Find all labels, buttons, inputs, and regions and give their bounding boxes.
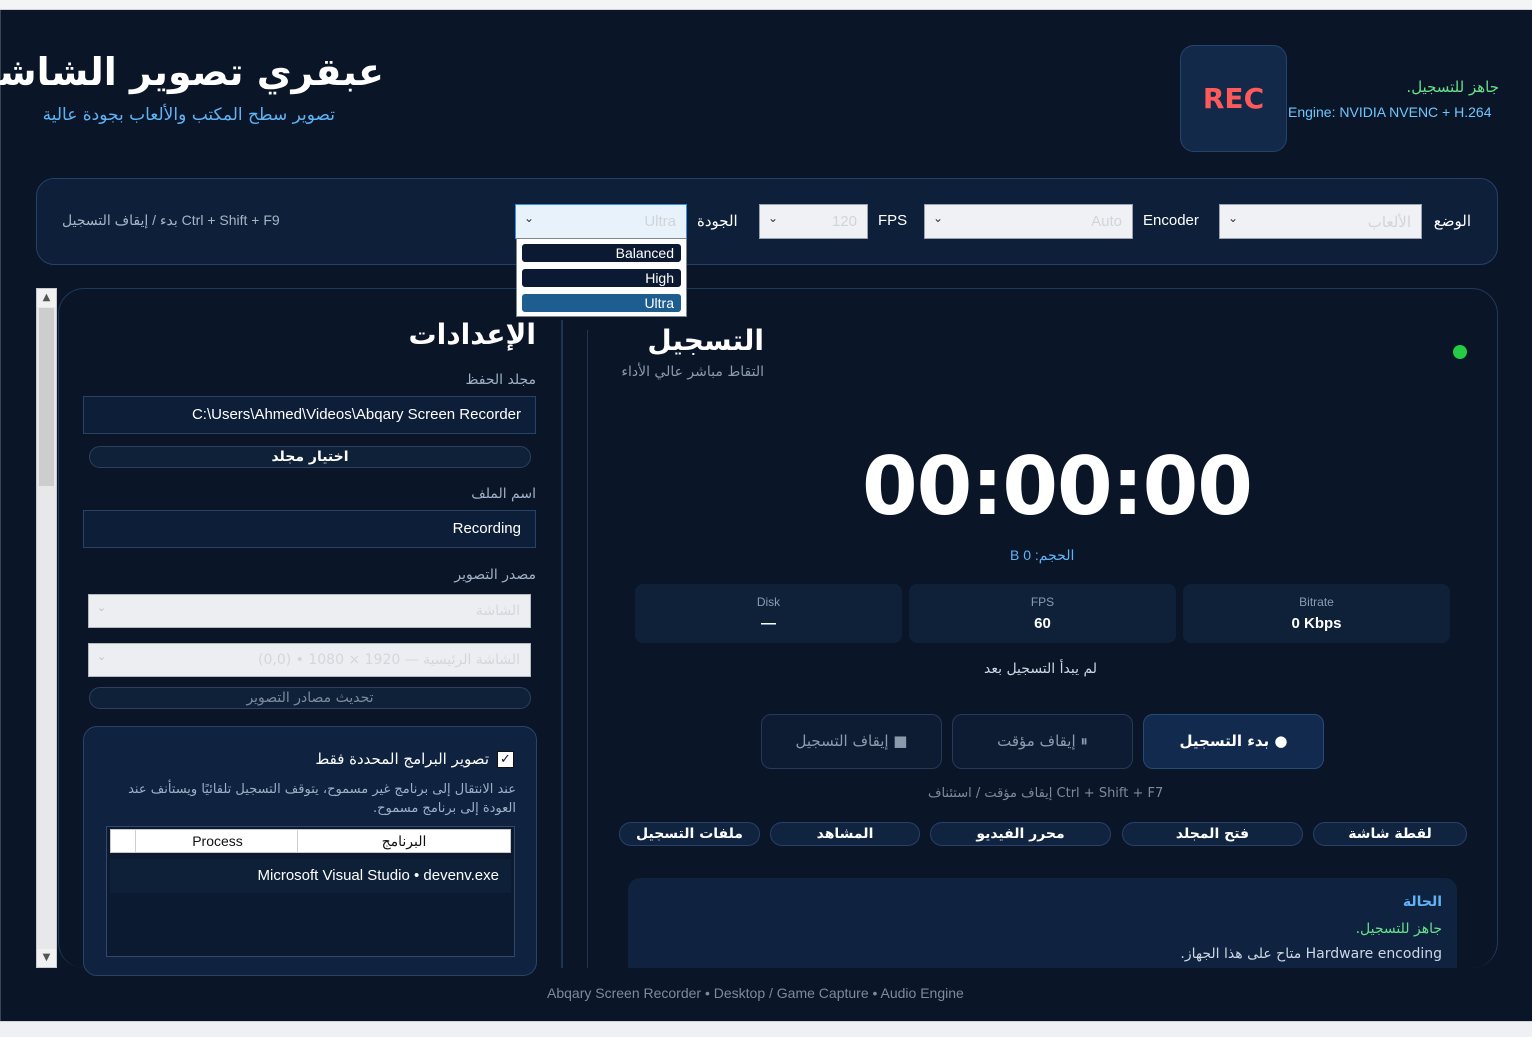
mode-select[interactable]: ⌄ الألعاب [1219, 204, 1422, 239]
encoder-select-value: Auto [1091, 213, 1122, 230]
chevron-down-icon: ⌄ [524, 211, 535, 225]
vertical-scrollbar[interactable]: ▲ ▼ [36, 288, 57, 968]
fps-select[interactable]: ⌄ 120 [759, 204, 868, 239]
quality-label: الجودة [697, 213, 738, 230]
recordings-button[interactable]: ملفات التسجيل [619, 822, 760, 846]
source-type-value: الشاشة [475, 603, 520, 619]
selected-apps-checkbox[interactable]: ✓ [497, 751, 514, 768]
selected-apps-help: عند الانتقال إلى برنامج غير مسموح، يتوقف… [128, 782, 516, 816]
file-name-label: اسم الملف [471, 486, 536, 502]
source-type-select[interactable]: ⌄ الشاشة [88, 594, 531, 628]
process-table: البرنامج Process Microsoft Visual Studio… [106, 826, 515, 957]
quality-option-high[interactable]: High [520, 267, 683, 289]
chevron-down-icon: ⌄ [1228, 211, 1239, 225]
source-monitor-value: الشاشة الرئيسية — 1920 × 1080 • (0,0) [258, 652, 520, 668]
table-row[interactable]: Microsoft Visual Studio • devenv.exe [110, 859, 511, 893]
quality-select-value: Ultra [644, 213, 676, 230]
quality-option-ultra[interactable]: Ultra [520, 292, 683, 314]
stat-disk-value: — [761, 615, 776, 632]
choose-folder-button[interactable]: اختيار مجلد [89, 446, 531, 468]
engine-info: Engine: NVIDIA NVENC + H.264 [1288, 104, 1492, 120]
save-folder-label: مجلد الحفظ [465, 372, 536, 388]
footer-text: Abqary Screen Recorder • Desktop / Game … [547, 985, 964, 1001]
stop-recording-button[interactable]: ■ إيقاف التسجيل [761, 714, 942, 769]
fps-select-value: 120 [831, 213, 857, 230]
window-top-strip [0, 0, 1532, 10]
mode-label: الوضع [1433, 213, 1471, 230]
ready-status-text: جاهز للتسجيل. [1406, 78, 1499, 96]
quality-select[interactable]: ⌄ Ultra [515, 204, 687, 239]
scrollbar-thumb[interactable] [39, 308, 54, 486]
scenes-button[interactable]: المشاهد [770, 822, 920, 846]
app-subtitle: تصوير سطح المكتب والألعاب بجودة عالية [42, 105, 335, 125]
chevron-down-icon: ⌄ [933, 211, 944, 225]
app-title: عبقري تصوير الشاشة [0, 50, 384, 94]
stat-bitrate-label: Bitrate [1299, 595, 1334, 609]
recording-state-text: لم يبدأ التسجيل بعد [984, 661, 1098, 677]
mode-select-value: الألعاب [1367, 214, 1411, 231]
status-card-hardware: Hardware encoding متاح على هذا الجهاز. [1180, 946, 1442, 962]
column-header-process[interactable]: Process [135, 830, 299, 852]
recording-subtitle: التقاط مباشر عالي الأداء [621, 364, 764, 380]
recording-title: التسجيل [647, 324, 764, 357]
record-shortcut-hint: Ctrl + Shift + F9 بدء / إيقاف التسجيل [62, 212, 280, 228]
stat-disk: Disk — [635, 584, 902, 643]
chevron-down-icon: ⌄ [97, 650, 107, 663]
open-folder-button[interactable]: فتح المجلد [1122, 822, 1303, 846]
stat-fps-label: FPS [1030, 595, 1055, 609]
file-size-text: الحجم: 0 B [1010, 547, 1075, 563]
save-folder-input[interactable]: C:\Users\Ahmed\Videos\Abqary Screen Reco… [83, 396, 536, 434]
scroll-down-icon[interactable]: ▼ [37, 949, 56, 967]
stat-fps-value: 60 [1034, 615, 1051, 632]
stat-bitrate-value: 0 Kbps [1291, 615, 1342, 632]
start-recording-button[interactable]: ● بدء التسجيل [1143, 714, 1324, 769]
stat-bitrate: Bitrate 0 Kbps [1183, 584, 1450, 643]
chevron-down-icon: ⌄ [768, 211, 779, 225]
fps-label: FPS [878, 212, 908, 229]
status-card-title: الحالة [1402, 894, 1442, 910]
settings-divider [561, 320, 563, 968]
encoder-label: Encoder [1143, 212, 1199, 229]
process-table-header: البرنامج Process [110, 829, 511, 853]
status-indicator-dot [1453, 345, 1467, 359]
recording-divider [587, 330, 588, 968]
video-editor-button[interactable]: محرر الفيديو [930, 822, 1111, 846]
taskbar [0, 1021, 1532, 1037]
quality-dropdown-list: Balanced High Ultra [516, 238, 687, 317]
rec-badge: REC [1180, 45, 1287, 152]
source-monitor-select[interactable]: ⌄ الشاشة الرئيسية — 1920 × 1080 • (0,0) [88, 643, 531, 677]
encoder-select[interactable]: ⌄ Auto [924, 204, 1133, 239]
refresh-sources-button[interactable]: تحديث مصادر التصوير [89, 687, 531, 709]
capture-source-label: مصدر التصوير [454, 567, 536, 583]
column-header-program[interactable]: البرنامج [297, 830, 510, 852]
pause-shortcut-hint: Ctrl + Shift + F7 إيقاف مؤقت / استئناف [928, 786, 1164, 801]
stat-fps: FPS 60 [909, 584, 1176, 643]
pause-recording-button[interactable]: ⏸ إيقاف مؤقت [952, 714, 1133, 769]
selected-apps-label: تصوير البرامج المحددة فقط [315, 750, 489, 768]
recording-timer: 00:00:00 [862, 440, 1253, 533]
file-name-input[interactable]: Recording [83, 510, 536, 548]
screenshot-button[interactable]: لقطة شاشة [1313, 822, 1467, 846]
settings-title: الإعدادات [408, 318, 536, 351]
status-card-ready: جاهز للتسجيل. [1355, 921, 1442, 937]
chevron-down-icon: ⌄ [97, 601, 107, 614]
quality-option-balanced[interactable]: Balanced [520, 242, 683, 264]
scroll-up-icon[interactable]: ▲ [37, 289, 56, 307]
rec-badge-text: REC [1202, 82, 1265, 115]
stat-disk-label: Disk [756, 595, 781, 609]
